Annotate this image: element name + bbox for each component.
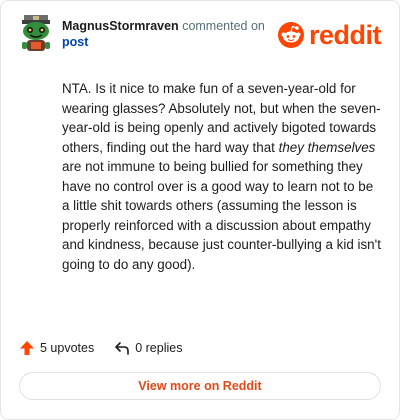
comment-body-part2: are not immune to being bullied for some… [62, 159, 381, 272]
upvote-count: 5 upvotes [40, 341, 95, 355]
replies-count: 0 replies [135, 341, 183, 355]
replies-button[interactable]: 0 replies [114, 340, 182, 356]
snoo-avatar-icon [22, 15, 50, 51]
post-link[interactable]: post [62, 35, 88, 49]
comment-embed-card: MagnusStormraven commented on post reddi… [0, 0, 400, 420]
upvote-button[interactable]: 5 upvotes [19, 340, 94, 356]
comment-body-emphasis: they themselves [278, 139, 376, 155]
reddit-wordmark: reddit [309, 20, 382, 50]
reddit-snoo-icon [278, 22, 304, 48]
avatar[interactable] [19, 15, 53, 53]
reply-arrow-icon [115, 342, 130, 355]
comment-body: NTA. Is it nice to make fun of a seven-y… [62, 79, 382, 274]
author-name[interactable]: MagnusStormraven [62, 19, 179, 33]
reddit-logo[interactable]: reddit [278, 19, 386, 51]
upvote-arrow-icon [20, 341, 34, 355]
comment-meta: MagnusStormraven commented on post [62, 18, 272, 50]
comment-actions: 5 upvotes 0 replies [19, 339, 182, 357]
view-more-button[interactable]: View more on Reddit [19, 372, 381, 400]
comment-action-text: commented on [182, 19, 265, 33]
